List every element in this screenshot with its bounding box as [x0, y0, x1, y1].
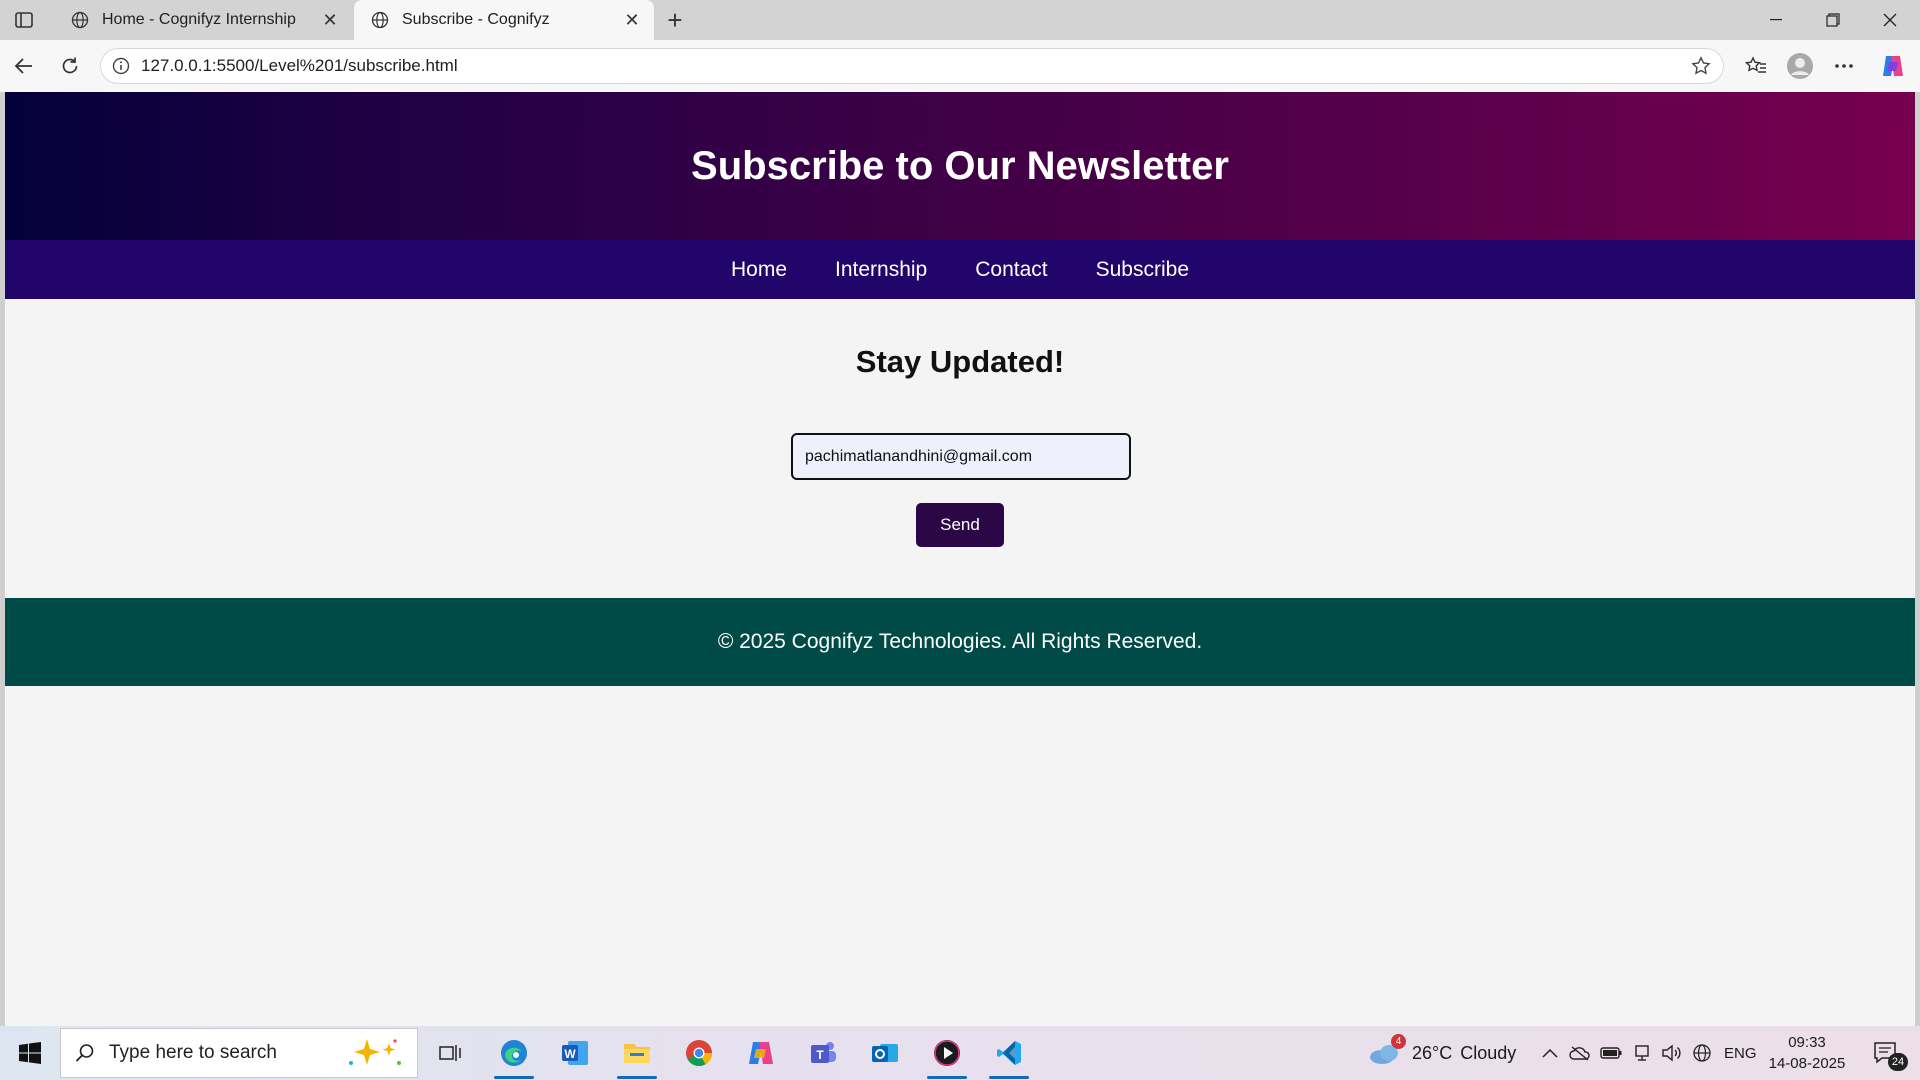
active-indicator — [617, 1076, 657, 1079]
back-icon[interactable] — [6, 48, 42, 84]
sparkle-icon — [337, 1033, 417, 1073]
word-icon[interactable]: W — [549, 1030, 601, 1076]
notification-center-icon[interactable]: 24 — [1868, 1041, 1908, 1071]
browser-tab-bar: Home - Cognifyz Internship ✕ Subscribe -… — [0, 0, 1920, 40]
language-globe-icon[interactable] — [1690, 1041, 1714, 1065]
teams-icon[interactable]: T — [797, 1030, 849, 1076]
page-viewport: Subscribe to Our Newsletter Home Interns… — [5, 92, 1915, 1026]
tab-home[interactable]: Home - Cognifyz Internship ✕ — [54, 0, 352, 40]
copilot-app-icon[interactable] — [735, 1030, 787, 1076]
weather-temp: 26°C — [1412, 1042, 1453, 1063]
weather-text: Cloudy — [1460, 1042, 1517, 1063]
active-indicator — [494, 1076, 534, 1079]
active-indicator — [989, 1076, 1029, 1079]
new-tab-button[interactable]: + — [660, 5, 690, 35]
media-player-icon[interactable] — [921, 1030, 973, 1079]
onedrive-icon[interactable] — [1568, 1041, 1592, 1065]
tab-title: Subscribe - Cognifyz — [402, 11, 550, 28]
footer-text: © 2025 Cognifyz Technologies. All Rights… — [717, 630, 1203, 653]
task-view-icon[interactable] — [425, 1030, 477, 1076]
more-options-icon[interactable] — [1828, 50, 1860, 82]
clock-time: 09:33 — [1788, 1034, 1826, 1051]
minimize-icon[interactable] — [1748, 0, 1804, 40]
edge-icon[interactable] — [488, 1030, 540, 1079]
site-footer: © 2025 Cognifyz Technologies. All Rights… — [5, 598, 1915, 686]
language-indicator[interactable]: ENG — [1724, 1026, 1757, 1080]
weather-badge: 4 — [1391, 1034, 1406, 1049]
restore-icon[interactable] — [1805, 0, 1861, 40]
globe-icon — [370, 10, 390, 30]
tab-actions-icon[interactable] — [8, 6, 40, 34]
nav-link-subscribe[interactable]: Subscribe — [1096, 258, 1189, 282]
email-field[interactable] — [791, 433, 1131, 480]
site-info-icon[interactable] — [101, 57, 141, 75]
battery-icon[interactable] — [1599, 1041, 1623, 1065]
tab-subscribe[interactable]: Subscribe - Cognifyz ✕ — [354, 0, 654, 40]
profile-avatar-icon[interactable] — [1784, 50, 1816, 82]
site-nav: Home Internship Contact Subscribe — [5, 240, 1915, 299]
nav-link-internship[interactable]: Internship — [835, 258, 927, 282]
chrome-icon[interactable] — [673, 1030, 725, 1076]
site-header: Subscribe to Our Newsletter — [5, 92, 1915, 240]
search-icon — [61, 1043, 109, 1063]
svg-text:W: W — [564, 1047, 576, 1061]
search-placeholder: Type here to search — [109, 1042, 277, 1063]
network-icon[interactable] — [1630, 1041, 1654, 1065]
svg-text:T: T — [816, 1048, 824, 1062]
favorites-icon[interactable] — [1740, 50, 1772, 82]
notification-count: 24 — [1888, 1053, 1908, 1071]
copilot-icon[interactable] — [1877, 50, 1909, 82]
taskbar-clock[interactable]: 09:33 14-08-2025 — [1762, 1032, 1852, 1074]
taskbar-search[interactable]: Type here to search — [60, 1028, 418, 1078]
browser-toolbar: 127.0.0.1:5500/Level%201/subscribe.html — [0, 40, 1920, 92]
favorite-star-icon[interactable] — [1679, 56, 1723, 76]
close-window-icon[interactable] — [1862, 0, 1918, 40]
address-bar[interactable]: 127.0.0.1:5500/Level%201/subscribe.html — [100, 48, 1724, 84]
close-tab-icon[interactable]: ✕ — [622, 10, 642, 30]
page-title: Subscribe to Our Newsletter — [691, 143, 1229, 188]
globe-icon — [70, 10, 90, 30]
nav-link-home[interactable]: Home — [731, 258, 787, 282]
windows-start-icon[interactable] — [0, 1026, 60, 1080]
nav-link-contact[interactable]: Contact — [975, 258, 1047, 282]
section-title: Stay Updated! — [855, 344, 1065, 379]
outlook-icon[interactable] — [859, 1030, 911, 1076]
tab-title: Home - Cognifyz Internship — [102, 11, 296, 28]
weather-widget[interactable]: 4 26°C Cloudy — [1368, 1026, 1516, 1080]
clock-date: 14-08-2025 — [1768, 1055, 1846, 1072]
windows-taskbar: Type here to search W T 4 26°C Cloudy EN… — [0, 1026, 1920, 1080]
refresh-icon[interactable] — [52, 48, 88, 84]
close-tab-icon[interactable]: ✕ — [320, 10, 340, 30]
vscode-icon[interactable] — [983, 1030, 1035, 1079]
volume-icon[interactable] — [1660, 1041, 1684, 1065]
cloud-icon: 4 — [1368, 1034, 1406, 1066]
send-button[interactable]: Send — [916, 503, 1004, 547]
chevron-up-icon[interactable] — [1538, 1041, 1562, 1065]
active-indicator — [927, 1076, 967, 1079]
file-explorer-icon[interactable] — [611, 1030, 663, 1079]
address-url[interactable]: 127.0.0.1:5500/Level%201/subscribe.html — [141, 56, 1679, 76]
